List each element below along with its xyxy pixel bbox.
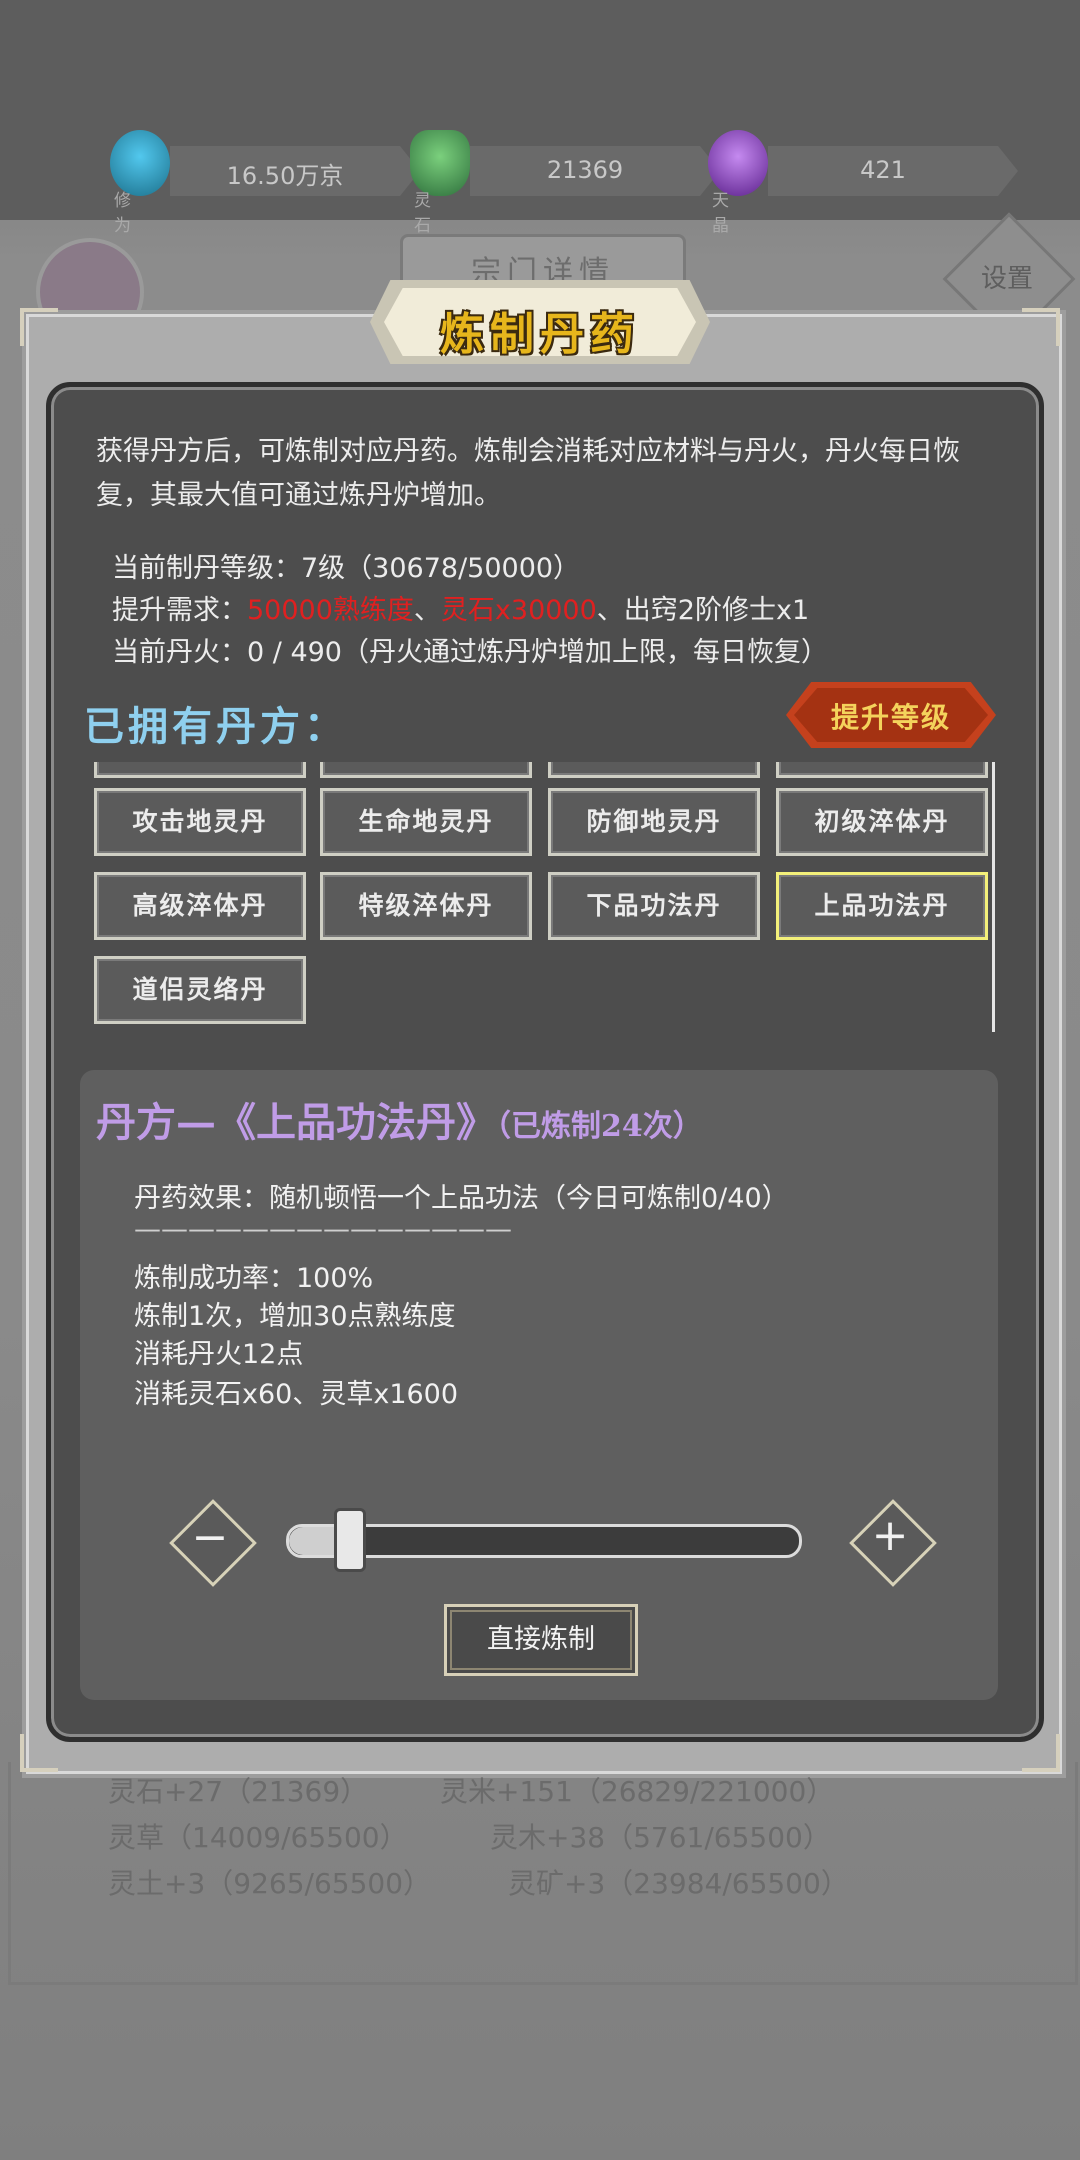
recipe-grid[interactable]: 攻击地灵丹 生命地灵丹 防御地灵丹 初级淬体丹 高级淬体丹 特级淬体丹 下品功法… [84, 762, 994, 1032]
owned-recipes-label: 已拥有丹方： [84, 703, 348, 750]
dialog-title-text: 炼制丹药 [440, 309, 640, 360]
recipe-button[interactable]: 防御地灵丹 [548, 788, 760, 856]
recipe-button[interactable]: 特级淬体丹 [320, 872, 532, 940]
slider-handle[interactable] [334, 1508, 366, 1572]
settings-label: 设置 [980, 264, 1033, 294]
proficiency-gain: 炼制1次，增加30点熟练度 [134, 1301, 456, 1332]
recipe-button[interactable] [320, 762, 532, 778]
req-proficiency: 50000熟练度 [247, 595, 414, 626]
resource-value: 16.50万京 [226, 162, 344, 190]
recipe-detail-title: 丹方—《上品功法丹》（已炼制24次） [96, 1099, 703, 1146]
fire-cost: 消耗丹火12点 [134, 1339, 304, 1370]
plus-icon: + [871, 1510, 909, 1561]
below-text: 灵米+151（26829/221000） [440, 1775, 835, 1808]
below-text: 灵木+38（5761/65500） [490, 1821, 831, 1854]
below-text: 灵石+27（21369） [108, 1775, 369, 1808]
dialog-description: 获得丹方后，可炼制对应丹药。炼制会消耗对应材料与丹火，丹火每日恢复，其最大值可通… [96, 436, 960, 511]
success-rate: 炼制成功率：100% [134, 1263, 374, 1294]
material-cost: 消耗灵石x60、灵草x1600 [134, 1379, 459, 1410]
dialog-title: 炼制丹药 [370, 280, 710, 364]
below-text: 灵矿+3（23984/65500） [508, 1867, 849, 1900]
craft-button[interactable]: 直接炼制 [444, 1604, 638, 1676]
upgrade-level-button[interactable]: 提升等级 [786, 682, 996, 748]
resource-value: 421 [860, 156, 906, 184]
recipe-button[interactable]: 生命地灵丹 [320, 788, 532, 856]
resource-label: 天晶 [712, 191, 729, 236]
recipe-button[interactable]: 攻击地灵丹 [94, 788, 306, 856]
frame-corner [20, 308, 58, 346]
frame-corner [1022, 308, 1060, 346]
crafted-count: （已炼制24次） [496, 1109, 703, 1144]
recipe-scrollbar[interactable] [992, 762, 995, 1032]
minus-icon: − [191, 1512, 229, 1563]
upgrade-requirements: 提升需求：50000熟练度、灵石x30000、出窍2阶修士x1 [112, 595, 810, 626]
resource-value: 21369 [546, 156, 624, 184]
resource-label: 灵石 [414, 191, 431, 236]
recipe-button[interactable]: 道侣灵络丹 [94, 956, 306, 1024]
alchemy-fire: 当前丹火：0 / 490（丹火通过炼丹炉增加上限，每日恢复） [112, 637, 828, 668]
craft-button-label: 直接炼制 [487, 1624, 595, 1655]
recipe-button[interactable] [94, 762, 306, 778]
alchemy-level: 当前制丹等级：7级（30678/50000） [112, 553, 581, 584]
recipe-button[interactable]: 下品功法丹 [548, 872, 760, 940]
divider: —————————————— [134, 1214, 512, 1245]
below-text: 灵草（14009/65500） [108, 1821, 408, 1854]
recipe-effect: 丹药效果：随机顿悟一个上品功法（今日可炼制0/40） [134, 1183, 789, 1214]
below-text: 灵土+3（9265/65500） [108, 1867, 432, 1900]
recipe-button[interactable] [776, 762, 988, 778]
recipe-button[interactable] [548, 762, 760, 778]
upgrade-level-label: 提升等级 [830, 701, 951, 734]
recipe-button[interactable]: 高级淬体丹 [94, 872, 306, 940]
recipe-button-selected[interactable]: 上品功法丹 [776, 872, 988, 940]
recipe-button[interactable]: 初级淬体丹 [776, 788, 988, 856]
resource-label: 修为 [114, 191, 131, 236]
req-spirit-stone: 灵石x30000 [440, 595, 597, 626]
